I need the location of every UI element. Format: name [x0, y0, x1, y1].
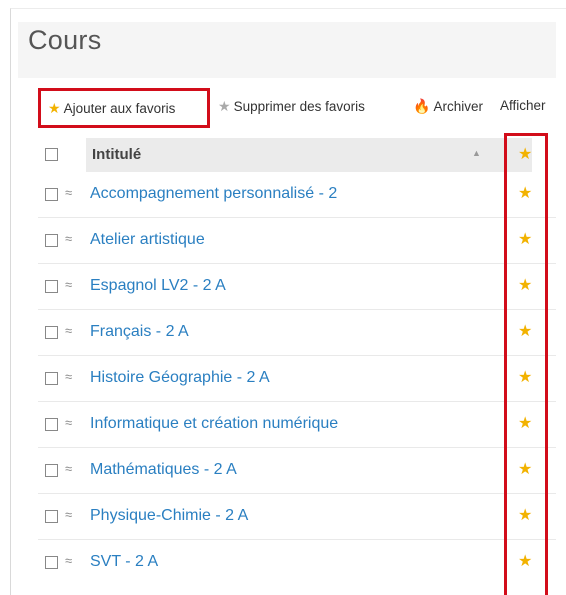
row-checkbox[interactable] [45, 464, 58, 477]
table-row: ≈ Mathématiques - 2 A ★ [38, 448, 556, 494]
remove-favorites-label: Supprimer des favoris [233, 99, 365, 114]
course-link[interactable]: SVT - 2 A [90, 553, 158, 571]
page-title: Cours [28, 25, 102, 55]
show-label: Afficher [500, 98, 546, 113]
toolbar: ★ Ajouter aux favoris ★ Supprimer des fa… [38, 88, 566, 128]
archive-button[interactable]: 🔥 Archiver [413, 98, 483, 115]
table-row: ≈ Histoire Géographie - 2 A ★ [38, 356, 556, 402]
remove-favorites-button[interactable]: ★ Supprimer des favoris [218, 98, 365, 115]
graduation-cap-icon: ≈ [65, 553, 73, 568]
row-checkbox[interactable] [45, 556, 58, 569]
row-checkbox[interactable] [45, 188, 58, 201]
course-link[interactable]: Atelier artistique [90, 231, 205, 249]
show-button[interactable]: Afficher [500, 98, 546, 113]
course-link[interactable]: Histoire Géographie - 2 A [90, 369, 270, 387]
favorites-column-highlight [504, 133, 548, 595]
graduation-cap-icon: ≈ [65, 277, 73, 292]
table-row: ≈ Français - 2 A ★ [38, 310, 556, 356]
title-column-label: Intitulé [92, 146, 142, 163]
row-checkbox[interactable] [45, 510, 58, 523]
title-column-header[interactable] [86, 138, 532, 172]
table-row: ≈ SVT - 2 A ★ [38, 540, 556, 586]
table-header: Intitulé ▲ ★ [38, 138, 556, 172]
table-row: ≈ Physique-Chimie - 2 A ★ [38, 494, 556, 540]
star-icon: ★ [218, 98, 231, 114]
table-row: ≈ Atelier artistique ★ [38, 218, 556, 264]
graduation-cap-icon: ≈ [65, 231, 73, 246]
add-favorites-button[interactable]: ★ Ajouter aux favoris [38, 88, 210, 128]
table-row: ≈ Espagnol LV2 - 2 A ★ [38, 264, 556, 310]
graduation-cap-icon: ≈ [65, 185, 73, 200]
graduation-cap-icon: ≈ [65, 507, 73, 522]
star-icon: ★ [48, 99, 61, 116]
course-link[interactable]: Physique-Chimie - 2 A [90, 507, 248, 525]
row-checkbox[interactable] [45, 418, 58, 431]
table-row: ≈ Accompagnement personnalisé - 2 ★ [38, 172, 556, 218]
flame-icon: 🔥 [413, 98, 431, 114]
table-row: ≈ Informatique et création numérique ★ [38, 402, 556, 448]
course-link[interactable]: Français - 2 A [90, 323, 189, 341]
sort-asc-icon[interactable]: ▲ [472, 148, 481, 158]
graduation-cap-icon: ≈ [65, 415, 73, 430]
course-link[interactable]: Mathématiques - 2 A [90, 461, 237, 479]
row-checkbox[interactable] [45, 234, 58, 247]
select-all-checkbox[interactable] [45, 148, 58, 161]
courses-table: Intitulé ▲ ★ ≈ Accompagnement personnali… [38, 138, 556, 586]
graduation-cap-icon: ≈ [65, 323, 73, 338]
archive-label: Archiver [433, 99, 483, 114]
course-link[interactable]: Espagnol LV2 - 2 A [90, 277, 226, 295]
row-checkbox[interactable] [45, 326, 58, 339]
graduation-cap-icon: ≈ [65, 369, 73, 384]
course-link[interactable]: Informatique et création numérique [90, 415, 338, 433]
page-header: Cours [18, 22, 556, 78]
row-checkbox[interactable] [45, 372, 58, 385]
graduation-cap-icon: ≈ [65, 461, 73, 476]
add-favorites-label: Ajouter aux favoris [63, 100, 176, 116]
course-link[interactable]: Accompagnement personnalisé - 2 [90, 185, 337, 203]
row-checkbox[interactable] [45, 280, 58, 293]
